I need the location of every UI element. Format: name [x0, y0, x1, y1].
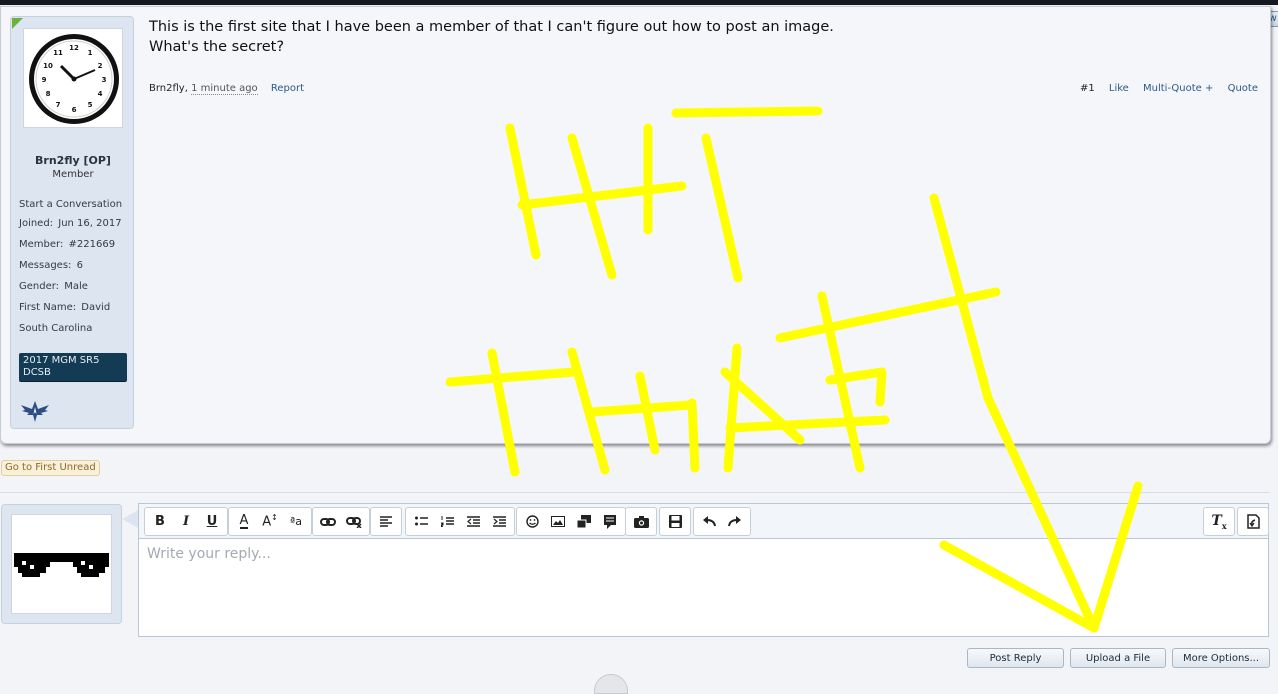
editor-toolbar: B I U A A↕ ªa Tx	[139, 504, 1269, 539]
svg-text:11: 11	[53, 49, 63, 57]
toolbar-group-list	[405, 507, 515, 536]
signature-badge: 2017 MGM SR5 DCSB	[19, 353, 127, 382]
location-stat: South Carolina	[19, 323, 93, 334]
like-link[interactable]: Like	[1109, 83, 1129, 94]
messages-stat: Messages: 6	[19, 260, 83, 271]
online-indicator	[12, 18, 23, 29]
report-link[interactable]: Report	[271, 83, 304, 94]
upload-file-button[interactable]: Upload a File	[1070, 648, 1166, 668]
post-author[interactable]: Brn2fly,	[149, 83, 188, 94]
post-time[interactable]: 1 minute ago	[191, 83, 258, 95]
quote-icon[interactable]	[597, 508, 623, 535]
underline-icon[interactable]: U	[199, 508, 225, 535]
svg-text:9: 9	[42, 76, 47, 84]
smilie-icon[interactable]	[519, 508, 545, 535]
joined-label: Joined:	[19, 218, 54, 229]
svg-text:3: 3	[102, 76, 107, 84]
indent-icon[interactable]	[486, 508, 512, 535]
start-conversation-link[interactable]: Start a Conversation	[19, 199, 122, 210]
toolbar-group-draft	[659, 507, 691, 536]
toolbar-group-format: Tx	[1203, 507, 1235, 536]
svg-text:5: 5	[88, 101, 93, 109]
link-icon[interactable]	[315, 508, 341, 535]
svg-text:2: 2	[98, 62, 103, 70]
message-line-1: This is the first site that I have been …	[149, 19, 834, 35]
reply-avatar-panel	[1, 504, 122, 624]
media-icon[interactable]	[571, 508, 597, 535]
image-icon[interactable]	[545, 508, 571, 535]
toolbar-group-align	[370, 507, 402, 536]
bullet-list-icon[interactable]	[408, 508, 434, 535]
firstname-label: First Name:	[19, 302, 77, 313]
firstname-value: David	[81, 302, 111, 313]
pixel-sunglasses-icon	[14, 553, 109, 577]
svg-text:4: 4	[98, 90, 103, 98]
messages-value[interactable]: 6	[77, 260, 83, 271]
member-stat: Member: #221669	[19, 239, 115, 250]
joined-value: Jun 16, 2017	[58, 218, 122, 229]
gender-label: Gender:	[19, 281, 60, 292]
reply-placeholder: Write your reply...	[147, 546, 271, 562]
toolbar-group-font: A A↕ ªa	[228, 507, 312, 536]
firstname-stat: First Name: David	[19, 302, 110, 313]
toolbar-group-link	[312, 507, 370, 536]
clock-avatar-icon: 12 12 3 45 6 78 9 1011	[29, 34, 119, 124]
member-value: #221669	[68, 239, 116, 250]
messages-label: Messages:	[19, 260, 72, 271]
member-label: Member:	[19, 239, 64, 250]
italic-icon[interactable]: I	[173, 508, 199, 535]
post-reply-button[interactable]: Post Reply	[967, 648, 1064, 668]
toolbar-group-toggle	[1237, 507, 1269, 536]
post-meta: Brn2fly, 1 minute ago Report	[149, 83, 304, 95]
svg-text:6: 6	[72, 106, 77, 114]
redo-icon[interactable]	[722, 508, 748, 535]
text-color-icon[interactable]: A	[231, 508, 257, 535]
toggle-bbcode-icon[interactable]	[1240, 508, 1266, 535]
toolbar-group-camera	[625, 507, 657, 536]
toolbar-group-history	[693, 507, 751, 536]
bold-icon[interactable]: B	[147, 508, 173, 535]
message-post: 12 1 2 3 45 6 78 9 10 11 Brn2fly [OP] Member S…	[0, 6, 1271, 444]
divider	[0, 492, 1270, 493]
quote-link[interactable]: Quote	[1228, 83, 1258, 94]
username[interactable]: Brn2fly [OP]	[11, 154, 135, 167]
air-force-wings-icon	[19, 397, 51, 429]
align-icon[interactable]	[373, 508, 399, 535]
camera-icon[interactable]	[628, 508, 654, 535]
joined-stat: Joined: Jun 16, 2017	[19, 218, 122, 229]
reply-pointer	[122, 510, 138, 528]
svg-text:8: 8	[46, 90, 51, 98]
undo-icon[interactable]	[696, 508, 722, 535]
message-body: This is the first site that I have been …	[149, 17, 834, 57]
go-to-first-unread-button[interactable]: Go to First Unread	[1, 460, 100, 476]
toolbar-group-text: B I U	[144, 507, 228, 536]
svg-text:7: 7	[56, 101, 61, 109]
multiquote-link[interactable]: Multi-Quote +	[1143, 83, 1213, 94]
svg-text:1: 1	[88, 49, 93, 57]
svg-text:10: 10	[43, 62, 53, 70]
more-options-button[interactable]: More Options...	[1172, 648, 1270, 668]
svg-text:12: 12	[69, 44, 79, 52]
user-avatar[interactable]: 12 1 2 3 45 6 78 9 10 11	[23, 28, 123, 128]
save-draft-icon[interactable]	[662, 508, 688, 535]
toolbar-group-media	[516, 507, 626, 536]
post-actions: #1 Like Multi-Quote + Quote	[1069, 83, 1258, 94]
scroll-indicator[interactable]	[594, 674, 628, 694]
user-title: Member	[52, 169, 94, 180]
message-line-2: What's the secret?	[149, 39, 285, 55]
post-number[interactable]: #1	[1080, 83, 1095, 94]
reply-avatar	[11, 514, 112, 614]
numbered-list-icon[interactable]	[434, 508, 460, 535]
remove-format-icon[interactable]: Tx	[1206, 508, 1232, 535]
gender-stat: Gender: Male	[19, 281, 88, 292]
user-panel: 12 1 2 3 45 6 78 9 10 11 Brn2fly [OP] Member S…	[10, 16, 134, 429]
gender-value: Male	[64, 281, 88, 292]
font-family-icon[interactable]: ªa	[283, 508, 309, 535]
unlink-icon[interactable]	[341, 508, 367, 535]
reply-editor[interactable]: B I U A A↕ ªa Tx Write your reply...	[138, 503, 1269, 637]
top-bar	[0, 0, 1278, 5]
font-size-icon[interactable]: A↕	[257, 508, 283, 535]
outdent-icon[interactable]	[460, 508, 486, 535]
